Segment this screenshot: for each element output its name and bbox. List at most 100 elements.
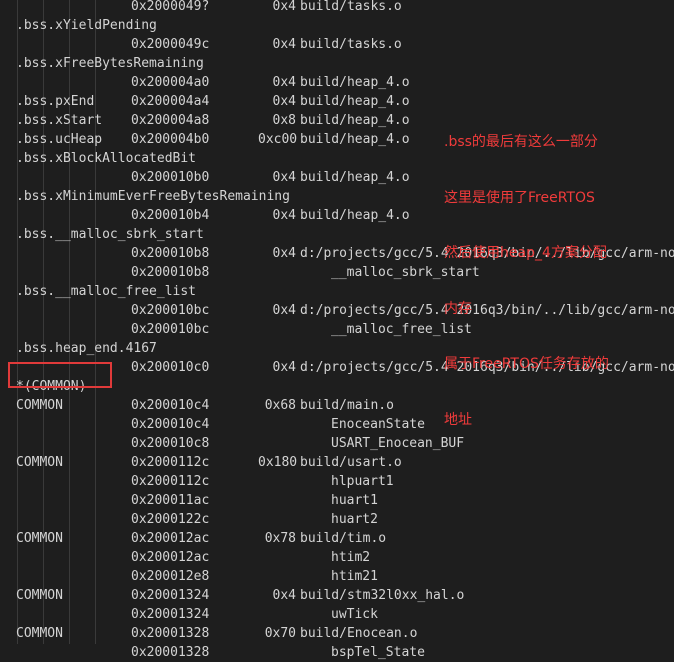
section-name: COMMON [16, 455, 63, 470]
size: 0x4 [272, 588, 296, 603]
annotation-line: .bss的最后有这么一部分 [444, 134, 598, 150]
object-file: build/tasks.o [300, 0, 402, 14]
object-file: build/tim.o [300, 531, 387, 546]
object-file: build/main.o [300, 398, 394, 413]
section-name: COMMON [16, 588, 63, 603]
annotation-line: 然后使用heap_4方案分配 [444, 245, 607, 261]
size: 0x78 [264, 531, 296, 546]
symbol-name: huart1 [331, 493, 378, 508]
annotation-line: 属于FreeRTOS任务存放的 [444, 356, 609, 372]
annotation-note: .bss的最后有这么一部分 这里是使用了FreeRTOS 然后使用heap_4方… [444, 96, 609, 448]
size: 0x4 [272, 170, 296, 185]
code-line[interactable]: COMMON 0x20001328 0x70 build/Enocean.o [0, 624, 674, 643]
object-file: build/heap_4.o [300, 75, 410, 90]
symbol-name: uwTick [331, 607, 378, 622]
code-line[interactable]: 0x200011ac huart1 [0, 491, 674, 510]
code-line[interactable]: COMMON 0x20001324 0x4 build/stm32l0xx_hal.o [0, 586, 674, 605]
section-name: .bss.__malloc_sbrk_start [16, 227, 204, 242]
size: 0x68 [264, 398, 296, 413]
section-name: .bss.ucHeap [16, 132, 103, 147]
code-line[interactable]: .bss.xYieldPending [0, 16, 674, 35]
object-file: build/heap_4.o [300, 170, 410, 185]
address: 0x20001328 [131, 626, 210, 641]
size: 0x4 [272, 94, 296, 109]
size: 0x180 [258, 455, 298, 470]
code-line[interactable]: 0x2000122c huart2 [0, 510, 674, 529]
section-name: .bss.pxEnd [16, 94, 95, 109]
code-line[interactable]: 0x20001328 bspTel_State [0, 643, 674, 662]
address: 0x2000122c [131, 512, 210, 527]
address: 0x200012ac [131, 531, 210, 546]
section-name: COMMON [16, 531, 63, 546]
symbol-name: huart2 [331, 512, 378, 527]
address: 0x200012ac [131, 550, 210, 565]
size: 0x4 [272, 303, 296, 318]
address: 0x200010bc [131, 303, 210, 318]
address: 0x200004b0 [131, 132, 210, 147]
size: 0x4 [272, 360, 296, 375]
annotation-line: 地址 [444, 411, 472, 428]
address: 0x20001324 [131, 588, 210, 603]
object-file: build/tasks.o [300, 37, 402, 52]
size: 0x4 [272, 75, 296, 90]
code-line[interactable]: 0x2000049? 0x4 build/tasks.o [0, 0, 674, 16]
size: 0x70 [264, 626, 296, 641]
code-line[interactable]: 0x200012e8 htim21 [0, 567, 674, 586]
section-name: .bss.xFreeBytesRemaining [16, 56, 204, 71]
code-line[interactable]: .bss.xFreeBytesRemaining [0, 54, 674, 73]
address: 0x200012e8 [131, 569, 210, 584]
address: 0x200004a4 [131, 94, 210, 109]
common-highlight-box [8, 362, 112, 388]
address: 0x20001324 [131, 607, 210, 622]
size: 0x4 [272, 208, 296, 223]
symbol-name: htim21 [331, 569, 378, 584]
size: 0x8 [272, 113, 296, 128]
object-file: build/Enocean.o [300, 626, 418, 641]
address: 0x2000049? [131, 0, 210, 14]
address: 0x2000049c [131, 37, 210, 52]
section-name: .bss.heap_end.4167 [16, 341, 157, 356]
section-name: COMMON [16, 626, 63, 641]
section-name: .bss.xBlockAllocatedBit [16, 151, 197, 166]
address: 0x200004a0 [131, 75, 210, 90]
address: 0x20001328 [131, 645, 210, 660]
code-line[interactable]: COMMON 0x200012ac 0x78 build/tim.o [0, 529, 674, 548]
annotation-line: 内存 [444, 300, 472, 317]
object-file: build/heap_4.o [300, 132, 410, 147]
section-name: .bss.xStart [16, 113, 103, 128]
address: 0x200010c0 [131, 360, 210, 375]
object-file: build/heap_4.o [300, 208, 410, 223]
address: 0x2000112c [131, 474, 210, 489]
code-line[interactable]: COMMON 0x2000112c 0x180 build/usart.o [0, 453, 674, 472]
code-line[interactable]: 0x20001324 uwTick [0, 605, 674, 624]
code-line[interactable]: 0x2000112c hlpuart1 [0, 472, 674, 491]
address: 0x200010b8 [131, 265, 210, 280]
size: 0xc00 [258, 132, 298, 147]
address: 0x200010b0 [131, 170, 210, 185]
annotation-line: 这里是使用了FreeRTOS [444, 189, 595, 206]
code-line[interactable]: 0x200004a0 0x4 build/heap_4.o [0, 73, 674, 92]
address: 0x200010c4 [131, 417, 210, 432]
address: 0x200011ac [131, 493, 210, 508]
address: 0x200010c4 [131, 398, 210, 413]
symbol-name: bspTel_State [331, 645, 425, 660]
section-name: .bss.xMinimumEverFreeBytesRemaining [16, 189, 290, 204]
symbol-name: htim2 [331, 550, 371, 565]
code-line[interactable]: 0x2000049c 0x4 build/tasks.o [0, 35, 674, 54]
symbol-name: EnoceanState [331, 417, 425, 432]
object-file: build/usart.o [300, 455, 402, 470]
address: 0x200010b8 [131, 246, 210, 261]
size: 0x4 [272, 246, 296, 261]
address: 0x200004a8 [131, 113, 210, 128]
object-file: build/heap_4.o [300, 113, 410, 128]
address: 0x200010bc [131, 322, 210, 337]
section-name: COMMON [16, 398, 63, 413]
object-file: build/heap_4.o [300, 94, 410, 109]
section-name: .bss.xYieldPending [16, 18, 157, 33]
address: 0x200010b4 [131, 208, 210, 223]
section-name: .bss.__malloc_free_list [16, 284, 197, 299]
size: 0x4 [272, 37, 296, 52]
address: 0x200010c8 [131, 436, 210, 451]
code-line[interactable]: 0x200012ac htim2 [0, 548, 674, 567]
size: 0x4 [272, 0, 296, 14]
